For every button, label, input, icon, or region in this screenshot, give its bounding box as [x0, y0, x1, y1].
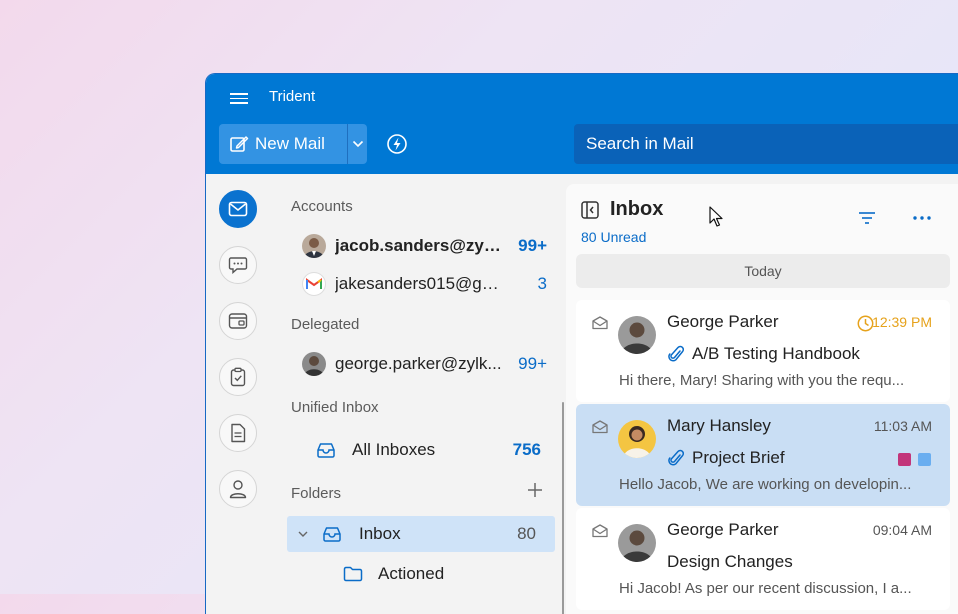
avatar	[302, 352, 326, 376]
unread-count[interactable]: 80 Unread	[581, 229, 646, 245]
message-list: Inbox 80 Unread Today George Parker 12:3…	[566, 184, 958, 614]
account-count: 99+	[518, 236, 547, 255]
mail-time: 09:04 AM	[872, 522, 932, 538]
more-options-icon[interactable]	[913, 216, 931, 220]
chat-icon	[228, 257, 248, 274]
mail-item[interactable]: Mary Hansley 11:03 AM Project Brief Hell…	[576, 404, 950, 506]
hamburger-menu-icon[interactable]	[230, 90, 250, 106]
folder-count: 80	[517, 524, 536, 543]
inbox-tray-icon	[317, 443, 335, 458]
lightning-bolt-icon[interactable]	[386, 133, 408, 155]
compose-icon	[230, 136, 249, 152]
accounts-pane: Accounts jacob.sanders@zylk... 99+ jakes…	[272, 174, 566, 614]
envelope-open-icon	[592, 420, 608, 434]
mail-preview: Hi there, Mary! Sharing with you the req…	[619, 372, 905, 389]
search-input[interactable]: Search in Mail	[574, 124, 958, 164]
nav-rail	[206, 174, 272, 614]
accounts-header: Accounts	[291, 198, 353, 215]
avatar	[618, 316, 656, 354]
inbox-tray-icon	[323, 527, 341, 542]
rail-notes-button[interactable]	[219, 414, 257, 452]
unified-inbox-header: Unified Inbox	[291, 399, 379, 416]
account-name: george.parker@zylk...	[335, 354, 502, 373]
rail-tasks-button[interactable]	[219, 358, 257, 396]
mail-preview: Hello Jacob, We are working on developin…	[619, 476, 912, 493]
delegated-header: Delegated	[291, 316, 360, 333]
mail-sender: George Parker	[667, 520, 779, 539]
mail-subject: Design Changes	[667, 552, 793, 571]
folder-item-inbox[interactable]: Inbox 80	[287, 516, 555, 552]
mail-sender: Mary Hansley	[667, 416, 771, 435]
attachment-icon	[668, 345, 684, 362]
account-name: jakesanders015@gm...	[335, 274, 505, 293]
avatar	[618, 420, 656, 458]
mail-time: 12:39 PM	[872, 314, 932, 330]
envelope-open-icon	[592, 316, 608, 330]
all-inboxes-item[interactable]: All Inboxes 756	[316, 436, 541, 464]
folders-header: Folders	[291, 485, 342, 502]
chevron-down-icon	[352, 140, 363, 148]
mail-preview: Hi Jacob! As per our recent discussion, …	[619, 580, 912, 597]
rail-contacts-button[interactable]	[219, 470, 257, 508]
tag-badge	[898, 453, 911, 466]
account-name: jacob.sanders@zylk...	[335, 236, 505, 255]
mail-time: 11:03 AM	[873, 418, 932, 434]
avatar	[302, 234, 326, 258]
filter-icon[interactable]	[858, 211, 876, 225]
mail-subject: A/B Testing Handbook	[692, 344, 860, 363]
app-window: Trident New Mail Search in Mail Accounts…	[205, 73, 958, 614]
account-item-jacob[interactable]: jacob.sanders@zylk... 99+	[302, 232, 547, 260]
new-mail-dropdown[interactable]	[348, 124, 367, 164]
rail-calendar-button[interactable]	[219, 302, 257, 340]
folder-label: Inbox	[359, 524, 401, 543]
account-item-george[interactable]: george.parker@zylk... 99+	[302, 350, 547, 378]
date-group-header: Today	[576, 254, 950, 288]
tag-badge	[918, 453, 931, 466]
new-mail-button[interactable]: New Mail	[219, 124, 347, 164]
app-title: Trident	[269, 88, 316, 105]
envelope-open-icon	[592, 524, 608, 538]
avatar	[618, 524, 656, 562]
account-item-jake[interactable]: jakesanders015@gm... 3	[302, 270, 547, 298]
calendar-icon	[228, 313, 248, 329]
all-inboxes-count: 756	[512, 440, 541, 459]
accounts-scrollbar[interactable]	[562, 402, 564, 614]
folder-item-actioned[interactable]: Actioned	[287, 556, 555, 592]
new-mail-split-button: New Mail	[219, 124, 367, 164]
add-folder-icon[interactable]	[526, 481, 544, 499]
account-count: 99+	[518, 354, 547, 373]
mouse-cursor-icon	[709, 206, 723, 227]
folder-label: Actioned	[378, 564, 445, 583]
rail-chat-button[interactable]	[219, 246, 257, 284]
all-inboxes-label: All Inboxes	[352, 440, 436, 459]
mail-icon	[228, 201, 248, 217]
notes-icon	[231, 423, 246, 443]
gmail-icon	[302, 272, 326, 296]
mail-sender: George Parker	[667, 312, 779, 331]
account-count: 3	[537, 274, 547, 293]
list-title: Inbox	[610, 198, 664, 220]
clipboard-check-icon	[230, 367, 246, 387]
chevron-down-icon[interactable]	[298, 531, 308, 538]
mail-item[interactable]: George Parker 09:04 AM Design Changes Hi…	[576, 508, 950, 610]
search-placeholder: Search in Mail	[586, 134, 694, 153]
new-mail-label: New Mail	[255, 134, 325, 153]
folder-icon	[343, 566, 363, 582]
rail-mail-button[interactable]	[219, 190, 257, 228]
title-bar: Trident New Mail Search in Mail	[206, 74, 958, 174]
attachment-icon	[668, 449, 684, 466]
person-icon	[229, 480, 247, 499]
mail-item[interactable]: George Parker 12:39 PM A/B Testing Handb…	[576, 300, 950, 402]
mail-subject: Project Brief	[692, 448, 785, 467]
collapse-pane-icon[interactable]	[581, 201, 599, 219]
